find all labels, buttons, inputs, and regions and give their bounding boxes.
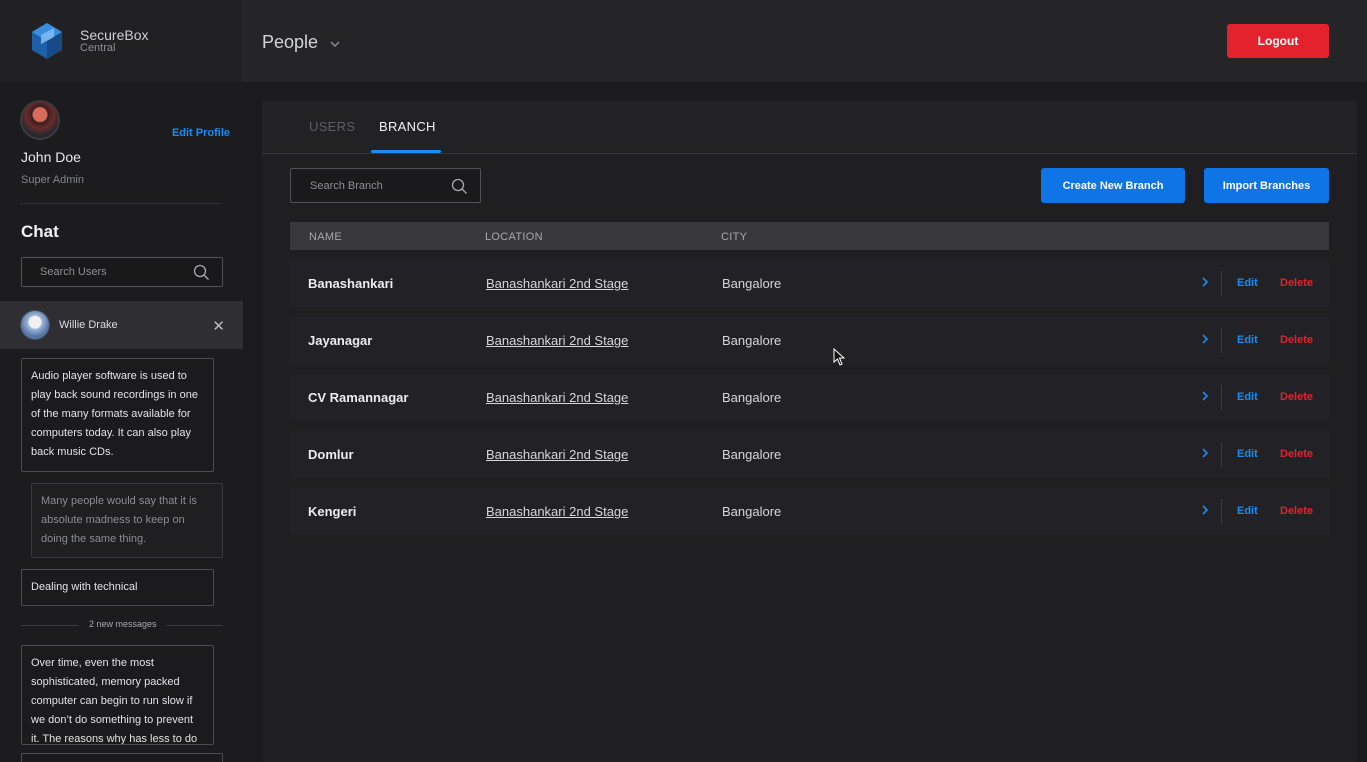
action-divider	[1221, 328, 1222, 353]
table-row[interactable]: Jayanagar Banashankari 2nd Stage Bangalo…	[290, 317, 1329, 364]
delete-button[interactable]: Delete	[1280, 391, 1313, 403]
delete-button[interactable]: Delete	[1280, 448, 1313, 460]
branch-search-input[interactable]: Search Branch	[290, 168, 481, 203]
app-root: SecureBox Central Edit Profile John Doe …	[0, 0, 1367, 762]
search-icon	[193, 264, 209, 280]
chat-message: Audio player software is used to play ba…	[21, 358, 214, 472]
page-title[interactable]: People	[262, 32, 318, 53]
sidebar: SecureBox Central Edit Profile John Doe …	[0, 0, 243, 762]
action-divider	[1221, 499, 1222, 524]
chat-message: Over time, even the most sophisticated, …	[21, 645, 214, 745]
branch-name: Jayanagar	[308, 333, 373, 348]
column-name[interactable]: NAME	[309, 231, 342, 243]
close-icon[interactable]: ✕	[212, 317, 225, 335]
action-divider	[1221, 442, 1222, 467]
branch-city: Bangalore	[722, 504, 782, 519]
action-divider	[1221, 271, 1222, 296]
delete-button[interactable]: Delete	[1280, 277, 1313, 289]
chevron-right-icon[interactable]	[1200, 503, 1210, 517]
branch-location-link[interactable]: Banashankari 2nd Stage	[486, 333, 628, 348]
edit-profile-link[interactable]: Edit Profile	[172, 127, 230, 139]
table-row[interactable]: Domlur Banashankari 2nd Stage Bangalore …	[290, 431, 1329, 478]
topbar: People Logout	[243, 0, 1367, 82]
chat-search-input[interactable]: Search Users	[21, 257, 223, 287]
branch-location-link[interactable]: Banashankari 2nd Stage	[486, 447, 628, 462]
profile-role: Super Admin	[21, 174, 84, 186]
table-header: NAME LOCATION CITY	[290, 222, 1329, 250]
chat-message: Many people would say that it is absolut…	[31, 483, 223, 558]
logout-button[interactable]: Logout	[1227, 24, 1329, 58]
branch-city: Bangalore	[722, 333, 782, 348]
table-row[interactable]: Banashankari Banashankari 2nd Stage Bang…	[290, 260, 1329, 307]
branch-location-link[interactable]: Banashankari 2nd Stage	[486, 504, 628, 519]
avatar[interactable]	[20, 100, 60, 140]
chevron-right-icon[interactable]	[1200, 389, 1210, 403]
branch-name: CV Ramannagar	[308, 390, 409, 405]
branch-name: Domlur	[308, 447, 354, 462]
brand-subtitle: Central	[80, 41, 116, 54]
edit-button[interactable]: Edit	[1237, 448, 1258, 460]
branch-name: Banashankari	[308, 276, 394, 291]
chevron-down-icon[interactable]	[329, 38, 341, 50]
delete-button[interactable]: Delete	[1280, 334, 1313, 346]
profile-area: Edit Profile John Doe Super Admin Chat S…	[0, 82, 243, 762]
branch-search-placeholder: Search Branch	[310, 180, 383, 192]
branch-city: Bangalore	[722, 447, 782, 462]
create-branch-button[interactable]: Create New Branch	[1041, 168, 1185, 203]
table-row[interactable]: Kengeri Banashankari 2nd Stage Bangalore…	[290, 488, 1329, 535]
active-tab-indicator	[371, 150, 441, 153]
chat-search-placeholder: Search Users	[40, 266, 107, 278]
branch-location-link[interactable]: Banashankari 2nd Stage	[486, 390, 628, 405]
import-branches-button[interactable]: Import Branches	[1204, 168, 1329, 203]
column-location[interactable]: LOCATION	[485, 231, 543, 243]
edit-button[interactable]: Edit	[1237, 391, 1258, 403]
branch-city: Bangalore	[722, 390, 782, 405]
branch-name: Kengeri	[308, 504, 357, 519]
branch-location-link[interactable]: Banashankari 2nd Stage	[486, 276, 628, 291]
chevron-right-icon[interactable]	[1200, 446, 1210, 460]
brand[interactable]: SecureBox Central	[0, 0, 243, 82]
edit-button[interactable]: Edit	[1237, 334, 1258, 346]
contact-avatar	[20, 310, 50, 340]
search-icon	[451, 178, 467, 194]
column-city[interactable]: CITY	[721, 231, 747, 243]
chat-message: Dealing with technical	[21, 569, 214, 606]
tab-users[interactable]: USERS	[309, 119, 355, 134]
profile-name: John Doe	[21, 149, 81, 165]
new-messages-label: 2 new messages	[79, 619, 167, 629]
chat-title: Chat	[21, 222, 59, 241]
chevron-right-icon[interactable]	[1200, 275, 1210, 289]
table-row[interactable]: CV Ramannagar Banashankari 2nd Stage Ban…	[290, 374, 1329, 421]
chat-message-partial	[21, 753, 223, 762]
brand-name: SecureBox	[80, 26, 149, 43]
cursor-icon	[833, 348, 845, 366]
contact-name: Willie Drake	[59, 319, 118, 331]
chat-contact[interactable]: Willie Drake ✕	[0, 301, 243, 349]
delete-button[interactable]: Delete	[1280, 505, 1313, 517]
edit-button[interactable]: Edit	[1237, 505, 1258, 517]
edit-button[interactable]: Edit	[1237, 277, 1258, 289]
logo-icon	[32, 23, 62, 59]
action-divider	[1221, 385, 1222, 410]
tab-bar: USERS BRANCH	[262, 101, 1357, 154]
branch-city: Bangalore	[722, 276, 782, 291]
profile-card: Edit Profile John Doe Super Admin	[20, 82, 230, 204]
main-panel: USERS BRANCH Search Branch Create New Br…	[262, 101, 1357, 762]
tab-branch[interactable]: BRANCH	[379, 119, 436, 134]
chevron-right-icon[interactable]	[1200, 332, 1210, 346]
